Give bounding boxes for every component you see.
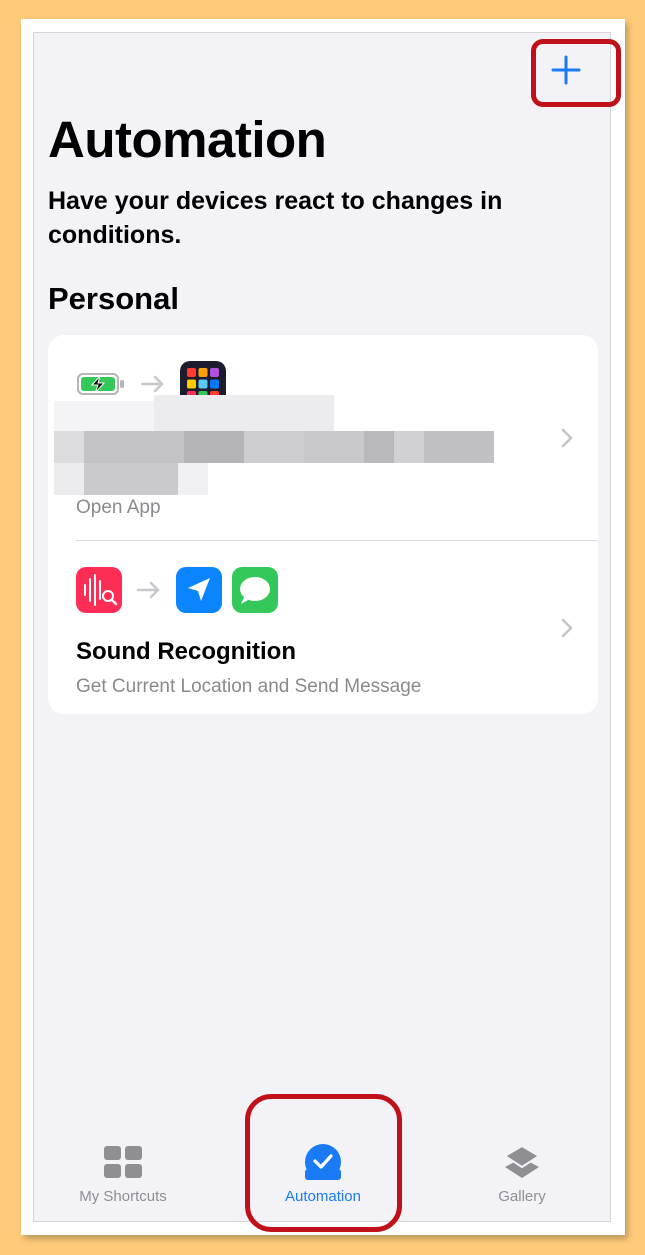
battery-charging-icon (77, 373, 124, 395)
automation-list: Open App Sound Recognition Get Current L… (48, 335, 598, 714)
layers-icon (503, 1144, 541, 1178)
automation-subtitle: Get Current Location and Send Message (76, 676, 422, 697)
automation-subtitle: Open App (76, 497, 161, 518)
chevron-right-icon (561, 428, 573, 448)
page-subtitle: Have your devices react to changes in co… (48, 187, 503, 249)
grid-icon (104, 1146, 142, 1178)
automation-row-sound-recognition[interactable]: Sound Recognition Get Current Location a… (48, 541, 598, 714)
messages-icon (232, 567, 278, 613)
highlight-box-add (531, 39, 621, 107)
tab-my-shortcuts[interactable]: My Shortcuts (53, 1130, 193, 1220)
tab-gallery[interactable]: Gallery (452, 1130, 592, 1220)
obscured-title (54, 395, 494, 495)
highlight-box-automation-tab (245, 1094, 402, 1232)
arrow-right-icon (140, 375, 164, 393)
section-header-personal: Personal (48, 281, 179, 316)
automation-title: Sound Recognition (76, 638, 296, 665)
location-arrow-icon (176, 567, 222, 613)
sound-recognition-icon (76, 567, 122, 613)
tab-label: Gallery (498, 1188, 546, 1205)
chevron-right-icon (561, 618, 573, 638)
page-title: Automation (48, 111, 327, 168)
arrow-right-icon (136, 581, 160, 599)
automation-row-battery[interactable]: Open App (48, 335, 598, 541)
tab-label: My Shortcuts (79, 1188, 167, 1205)
